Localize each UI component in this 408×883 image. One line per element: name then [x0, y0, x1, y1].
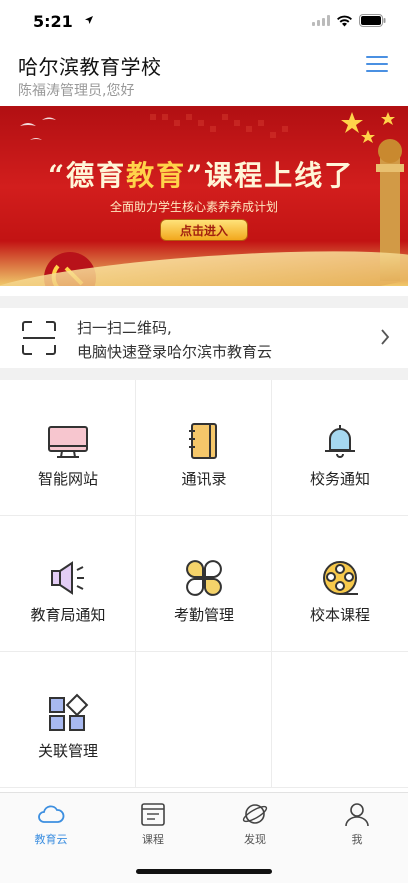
tab-courses[interactable]: 课程 [102, 793, 204, 853]
grid-item-label: 考勤管理 [173, 606, 234, 624]
grid-item-label: 关联管理 [37, 742, 98, 760]
grid-item-label: 智能网站 [37, 470, 98, 488]
greeting-text: 陈福涛管理员,您好 [18, 83, 135, 99]
grid-item-school-courses[interactable]: 校本课程 [272, 516, 408, 652]
cloud-icon [38, 805, 65, 823]
school-name: 哈尔滨教育学校 [18, 55, 162, 79]
tab-label: 发现 [244, 833, 266, 846]
home-indicator[interactable] [136, 869, 272, 874]
status-bar: 5:21 [0, 0, 408, 44]
wifi-icon [337, 15, 352, 26]
star-icon [341, 112, 395, 143]
qr-login-line1: 扫一扫二维码, [77, 319, 172, 337]
tab-education-cloud[interactable]: 教育云 [0, 793, 102, 853]
grid-item-link-management[interactable]: 关联管理 [0, 652, 136, 788]
tab-label: 教育云 [34, 833, 68, 846]
monitor-icon [48, 426, 88, 458]
banner-title-part: “德育 [48, 159, 127, 192]
clover-icon [186, 560, 222, 596]
banner-subtitle: 全面助力学生核心素养养成计划 [109, 200, 278, 214]
status-time: 5:21 [33, 12, 73, 31]
tab-me[interactable]: 我 [306, 793, 408, 853]
grid-item-label: 校务通知 [309, 470, 370, 488]
cellular-signal-icon [312, 15, 330, 26]
planet-icon [242, 804, 268, 824]
tab-label: 我 [351, 833, 363, 846]
status-icons [312, 14, 386, 27]
qr-login-line2: 电脑快速登录哈尔滨市教育云 [77, 343, 273, 361]
bell-icon [325, 425, 355, 458]
grid-item-label: 教育局通知 [30, 606, 106, 624]
grid-empty-cell [136, 652, 272, 788]
banner-title: “德育教育”课程上线了 [48, 154, 354, 194]
tab-discover[interactable]: 发现 [204, 793, 306, 853]
film-reel-icon [323, 561, 358, 595]
banner-title-highlight: 教育 [126, 159, 187, 192]
grid-item-label: 校本课程 [309, 606, 370, 624]
banner-title-part: ”课程上线了 [186, 159, 355, 192]
banner-enter-button[interactable]: 点击进入 [160, 219, 248, 241]
section-divider [0, 296, 408, 308]
app-header: 哈尔滨教育学校 陈福涛管理员,您好 [0, 44, 408, 106]
grid-item-smart-website[interactable]: 智能网站 [0, 380, 136, 516]
blocks-icon [49, 693, 89, 731]
person-icon [345, 803, 369, 827]
battery-icon [359, 14, 386, 27]
scan-icon [22, 321, 56, 355]
menu-button[interactable] [366, 54, 388, 74]
promo-banner[interactable]: “德育教育”课程上线了 全面助力学生核心素养养成计划 点击进入 [0, 106, 408, 286]
grid-item-school-notice[interactable]: 校务通知 [272, 380, 408, 516]
menu-icon-line [366, 63, 388, 65]
speaker-icon [51, 561, 84, 595]
grid-item-attendance[interactable]: 考勤管理 [136, 516, 272, 652]
notebook-icon [189, 423, 217, 459]
qr-login-row[interactable]: 扫一扫二维码, 电脑快速登录哈尔滨市教育云 [0, 308, 408, 368]
calendar-icon [141, 803, 165, 826]
menu-icon-line [366, 56, 388, 58]
grid-item-label: 通讯录 [181, 470, 227, 488]
section-divider [0, 368, 408, 380]
grid-item-contacts[interactable]: 通讯录 [136, 380, 272, 516]
location-arrow-icon [85, 16, 93, 24]
grid-item-bureau-notice[interactable]: 教育局通知 [0, 516, 136, 652]
tab-label: 课程 [142, 833, 164, 846]
menu-icon-line [366, 70, 388, 72]
chevron-right-icon [381, 329, 390, 345]
grid-empty-cell [272, 652, 408, 788]
